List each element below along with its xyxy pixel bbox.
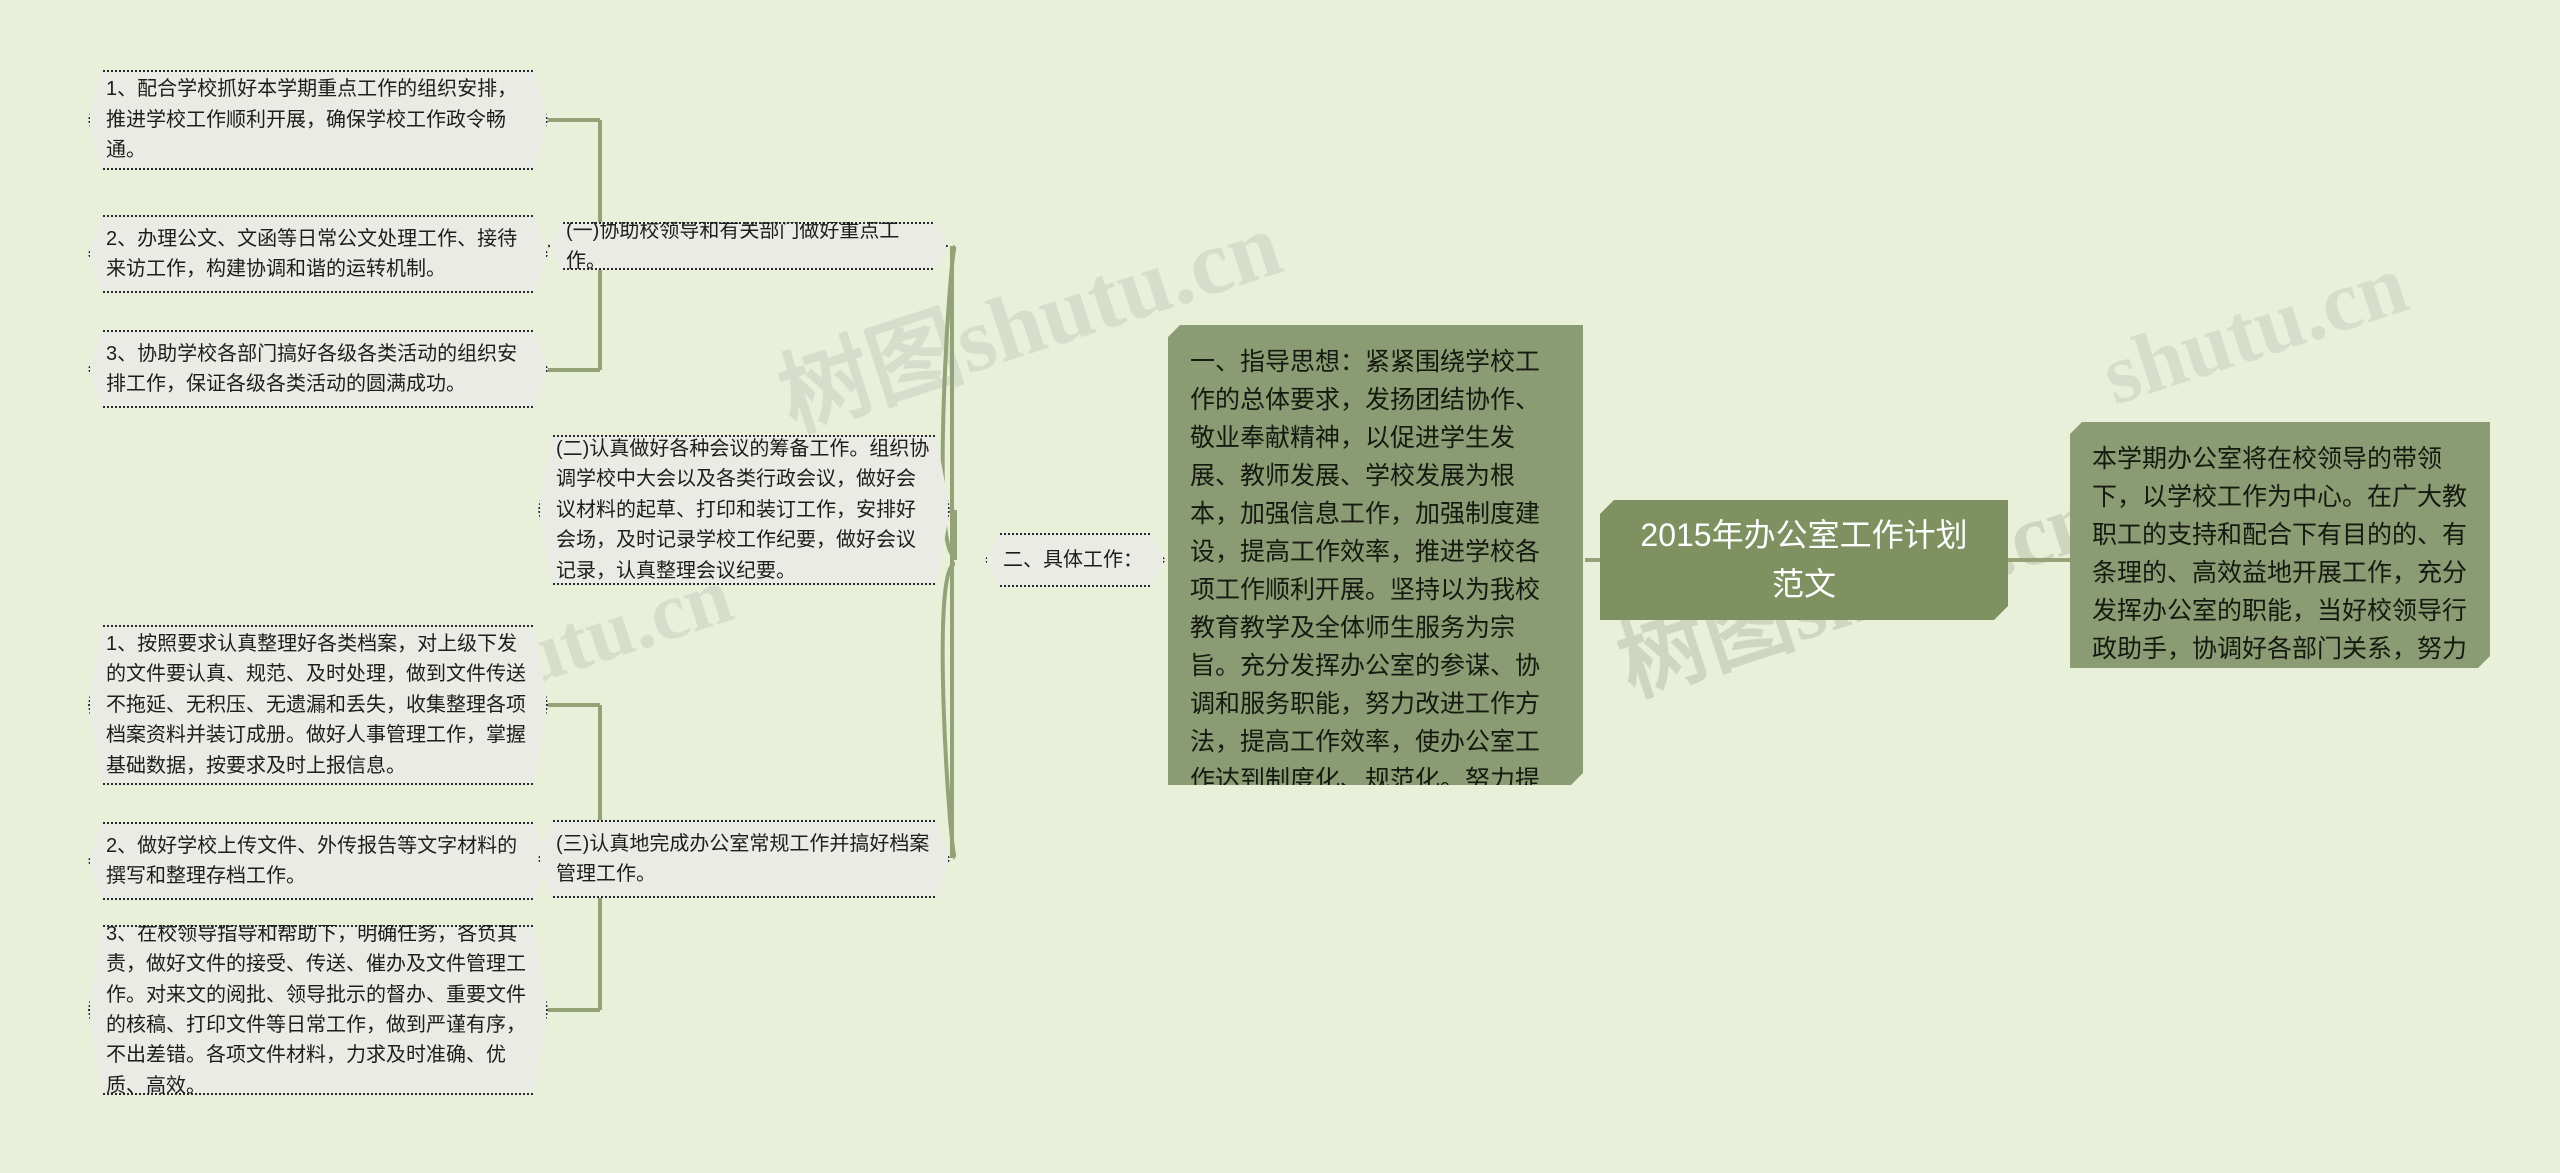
leaf-node-text: 1、配合学校抓好本学期重点工作的组织安排，推进学校工作顺利开展，确保学校工作政令… bbox=[106, 78, 518, 162]
section-label-text: (三)认真地完成办公室常规工作并搞好档案管理工作。 bbox=[556, 832, 930, 885]
leaf-node-1-3[interactable]: 3、协助学校各部门搞好各级各类活动的组织安排工作，保证各级各类活动的圆满成功。 bbox=[88, 330, 548, 408]
leaf-node-text: 1、按照要求认真整理好各类档案，对上级下发的文件要认真、规范、及时处理，做到文件… bbox=[106, 633, 526, 777]
section-label-one[interactable]: (一)协助校领导和有关部门做好重点工作。 bbox=[548, 222, 948, 270]
summary-text: 本学期办公室将在校领导的带领下，以学校工作为中心。在广大教职工的支持和配合下有目… bbox=[2092, 445, 2468, 701]
summary-box[interactable]: 本学期办公室将在校领导的带领下，以学校工作为中心。在广大教职工的支持和配合下有目… bbox=[2070, 422, 2490, 668]
section-label-three[interactable]: (三)认真地完成办公室常规工作并搞好档案管理工作。 bbox=[538, 820, 950, 898]
leaf-node-text: 3、在校领导指导和帮助下，明确任务，各负其责，做好文件的接受、传送、催办及文件管… bbox=[106, 922, 526, 1097]
page-title[interactable]: 2015年办公室工作计划范文 bbox=[1600, 500, 2008, 620]
watermark-text: shutu.cn bbox=[2090, 235, 2419, 424]
guiding-thought-text: 一、指导思想：紧紧围绕学校工作的总体要求，发扬团结协作、敬业奉献精神，以促进学生… bbox=[1190, 348, 1541, 870]
page-title-text: 2015年办公室工作计划范文 bbox=[1640, 517, 1968, 602]
branch-node-specific-work[interactable]: 二、具体工作： bbox=[985, 533, 1165, 587]
section-label-text: (二)认真做好各种会议的筹备工作。组织协调学校中大会以及各类行政会议，做好会议材… bbox=[556, 438, 930, 582]
leaf-node-3-1[interactable]: 1、按照要求认真整理好各类档案，对上级下发的文件要认真、规范、及时处理，做到文件… bbox=[88, 625, 548, 785]
branch-node-text: 二、具体工作： bbox=[1003, 548, 1143, 571]
leaf-node-1-2[interactable]: 2、办理公文、文函等日常公文处理工作、接待来访工作，构建协调和谐的运转机制。 bbox=[88, 215, 548, 293]
leaf-node-1-1[interactable]: 1、配合学校抓好本学期重点工作的组织安排，推进学校工作顺利开展，确保学校工作政令… bbox=[88, 70, 548, 170]
leaf-node-3-3[interactable]: 3、在校领导指导和帮助下，明确任务，各负其责，做好文件的接受、传送、催办及文件管… bbox=[88, 925, 548, 1095]
leaf-node-text: 3、协助学校各部门搞好各级各类活动的组织安排工作，保证各级各类活动的圆满成功。 bbox=[106, 342, 518, 395]
leaf-node-text: 2、办理公文、文函等日常公文处理工作、接待来访工作，构建协调和谐的运转机制。 bbox=[106, 227, 518, 280]
section-label-text: (一)协助校领导和有关部门做好重点工作。 bbox=[566, 219, 900, 272]
mindmap-canvas: 树图shutu.cn shutu.cn 树图shutu.cn shutu.cn bbox=[0, 0, 2560, 1173]
leaf-node-text: 2、做好学校上传文件、外传报告等文字材料的撰写和整理存档工作。 bbox=[106, 834, 518, 887]
section-label-two[interactable]: (二)认真做好各种会议的筹备工作。组织协调学校中大会以及各类行政会议，做好会议材… bbox=[538, 435, 950, 585]
leaf-node-3-2[interactable]: 2、做好学校上传文件、外传报告等文字材料的撰写和整理存档工作。 bbox=[88, 822, 548, 900]
guiding-thought-box[interactable]: 一、指导思想：紧紧围绕学校工作的总体要求，发扬团结协作、敬业奉献精神，以促进学生… bbox=[1168, 325, 1583, 785]
